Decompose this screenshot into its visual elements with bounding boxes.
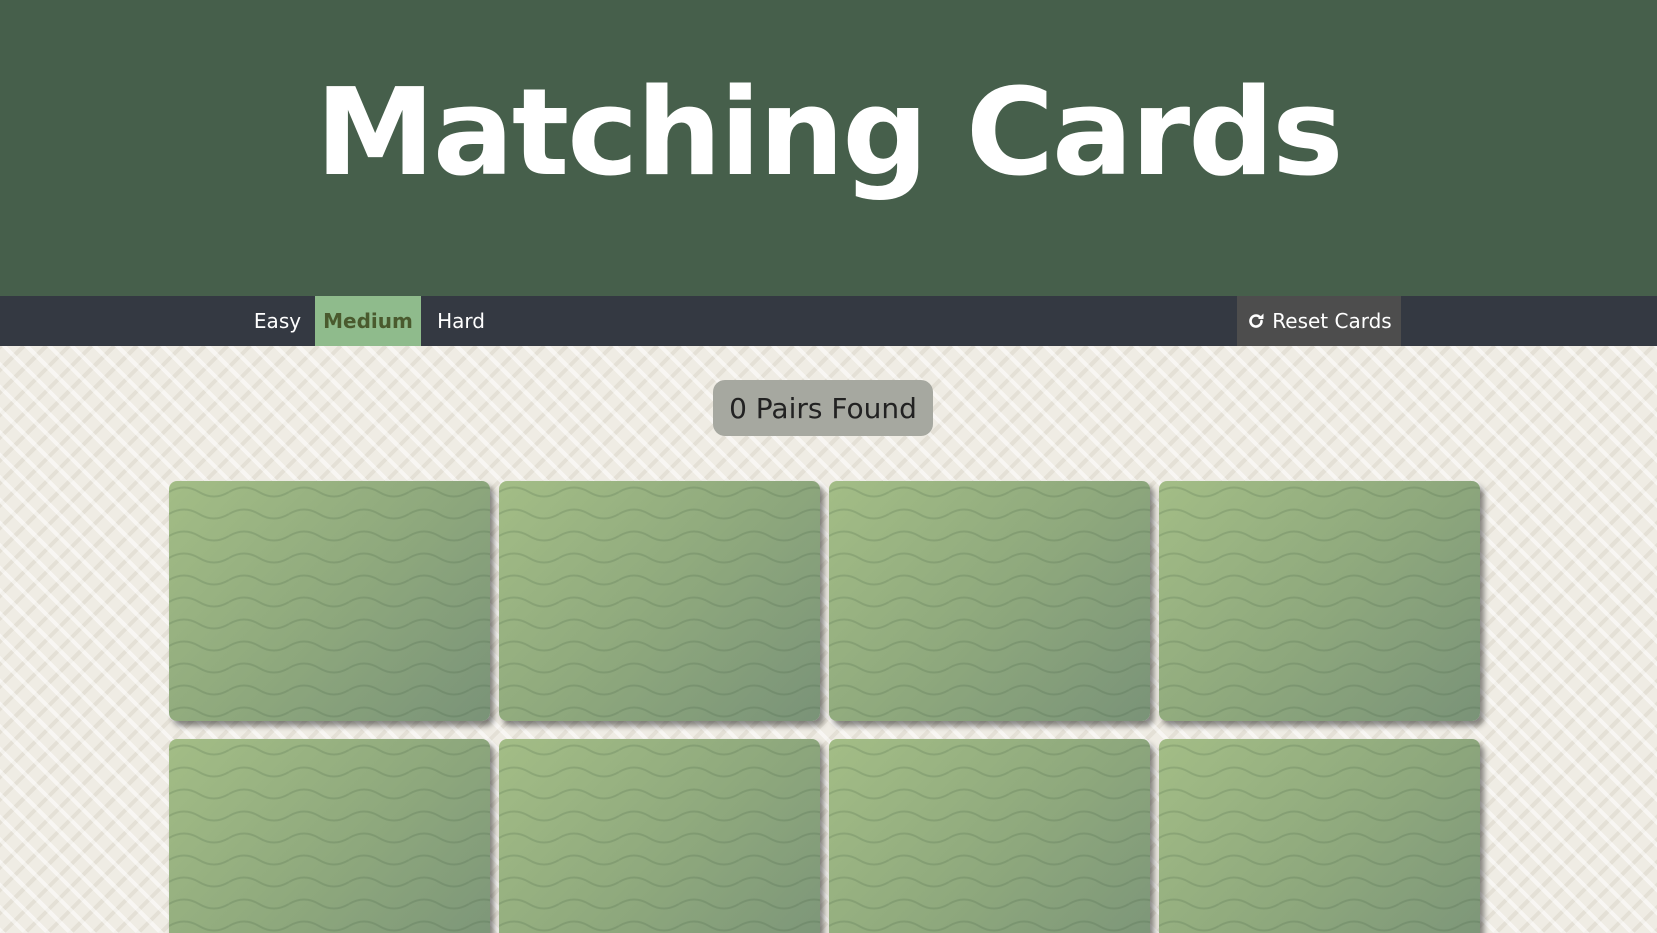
page-title: Matching Cards [315,63,1343,203]
difficulty-hard-tab[interactable]: Hard [421,296,501,346]
difficulty-navbar: Easy Medium Hard Reset Cards [0,296,1657,346]
refresh-icon [1246,311,1266,331]
reset-cards-label: Reset Cards [1272,309,1392,333]
reset-cards-button[interactable]: Reset Cards [1237,296,1401,346]
card-back[interactable] [1159,481,1480,721]
difficulty-medium-tab[interactable]: Medium [315,296,421,346]
card-back[interactable] [499,481,820,721]
card-back[interactable] [829,481,1150,721]
card-back[interactable] [169,739,490,933]
card-back[interactable] [1159,739,1480,933]
pairs-found-counter: 0 Pairs Found [713,380,933,436]
difficulty-easy-tab[interactable]: Easy [240,296,315,346]
card-back[interactable] [829,739,1150,933]
game-board: 0 Pairs Found [0,346,1657,933]
page-header: Matching Cards [0,0,1657,296]
card-back[interactable] [169,481,490,721]
card-back[interactable] [499,739,820,933]
